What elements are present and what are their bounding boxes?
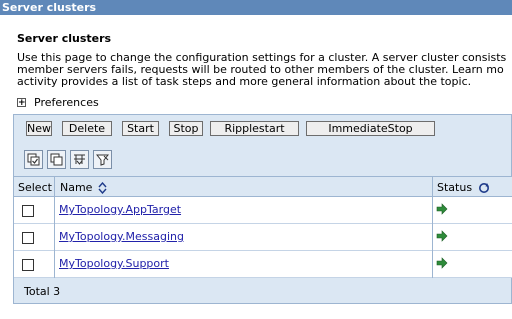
row-checkbox[interactable] — [22, 259, 34, 271]
total-count: Total 3 — [24, 285, 61, 298]
select-all-icon[interactable] — [24, 150, 43, 169]
select-column-header: Select — [18, 181, 52, 194]
refresh-status-icon[interactable] — [478, 182, 490, 194]
table-header: Select Name Status — [14, 176, 512, 197]
started-arrow-icon — [436, 230, 448, 242]
start-button[interactable]: Start — [122, 121, 159, 136]
status-header-label: Status — [437, 181, 473, 194]
table-tools — [24, 150, 112, 170]
row-checkbox[interactable] — [22, 232, 34, 244]
cluster-name-link[interactable]: MyTopology.Messaging — [59, 230, 184, 243]
status-column-header[interactable]: Status — [437, 181, 490, 194]
column-divider — [54, 176, 55, 278]
preferences-toggle[interactable]: + Preferences — [17, 96, 99, 109]
expand-plus-icon[interactable]: + — [17, 98, 26, 108]
column-divider — [432, 176, 433, 278]
table-row: MyTopology.AppTarget — [14, 197, 512, 224]
table-row: MyTopology.Support — [14, 251, 512, 278]
immediatestop-button[interactable]: ImmediateStop — [306, 121, 435, 136]
started-arrow-icon — [436, 203, 448, 215]
deselect-all-icon[interactable] — [47, 150, 66, 169]
portlet-titlebar: Server clusters — [0, 0, 512, 15]
name-column-header[interactable]: Name — [60, 181, 107, 194]
name-header-label[interactable]: Name — [60, 181, 92, 194]
delete-button[interactable]: Delete — [62, 121, 112, 136]
row-checkbox[interactable] — [22, 205, 34, 217]
cluster-name-link[interactable]: MyTopology.AppTarget — [59, 203, 181, 216]
preferences-label[interactable]: Preferences — [34, 96, 99, 109]
collection-panel: New Delete Start Stop Ripplestart Immedi… — [13, 114, 512, 304]
page-description: Use this page to change the configuratio… — [17, 52, 512, 88]
ripplestart-button[interactable]: Ripplestart — [210, 121, 299, 136]
show-filter-icon[interactable] — [70, 150, 89, 169]
new-button[interactable]: New — [26, 121, 52, 136]
stop-button[interactable]: Stop — [169, 121, 203, 136]
table-row: MyTopology.Messaging — [14, 224, 512, 251]
clear-filter-icon[interactable] — [93, 150, 112, 169]
sort-icon[interactable] — [98, 181, 107, 194]
cluster-name-link[interactable]: MyTopology.Support — [59, 257, 169, 270]
page-title: Server clusters — [17, 32, 112, 45]
started-arrow-icon — [436, 257, 448, 269]
description-line: activity provides a list of task steps a… — [17, 75, 472, 88]
